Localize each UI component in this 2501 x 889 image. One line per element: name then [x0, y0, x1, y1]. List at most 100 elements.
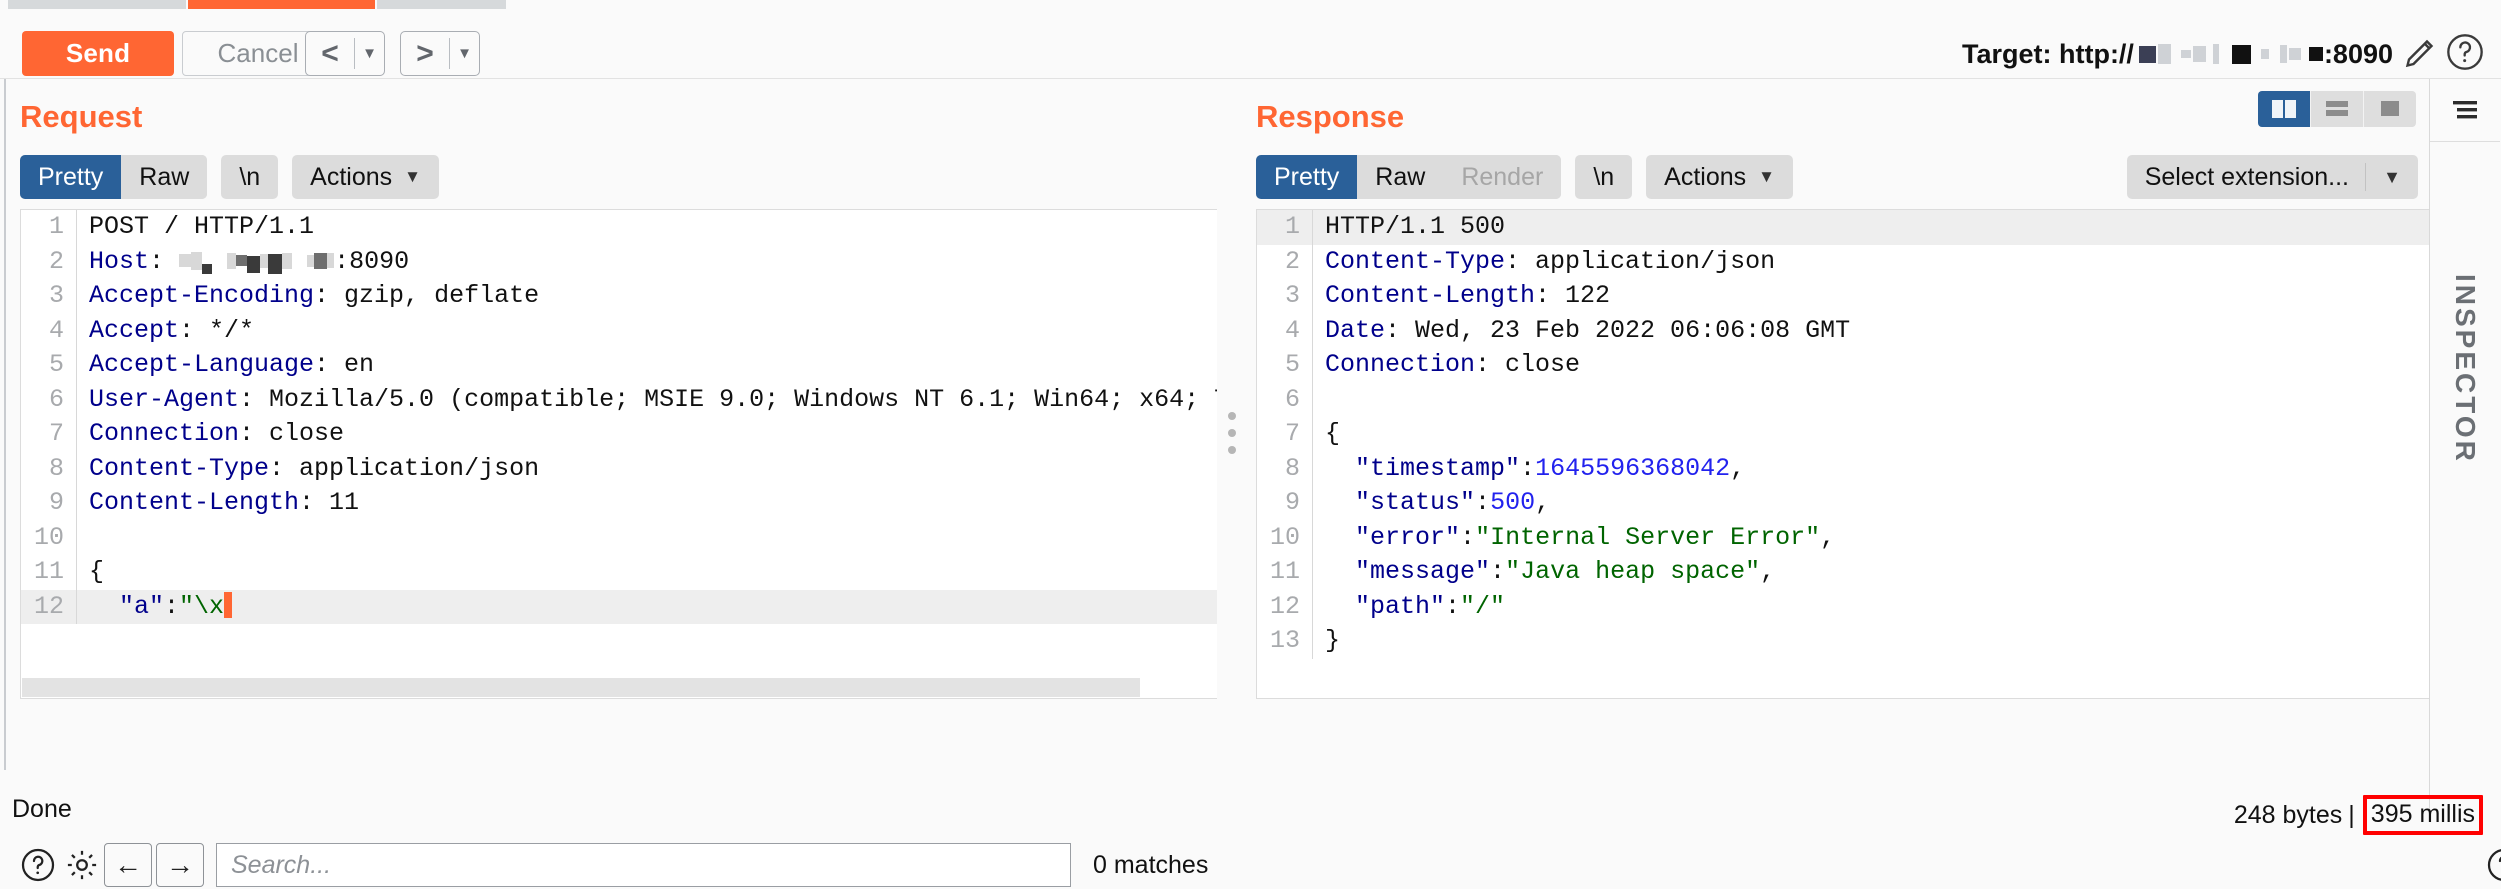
line-number: 4: [1257, 314, 1313, 349]
line-number: 12: [21, 590, 77, 625]
request-actions-menu[interactable]: Actions ▼: [292, 155, 439, 199]
line-number: 6: [21, 383, 77, 418]
pencil-icon[interactable]: [2403, 34, 2439, 70]
arrow-left-icon[interactable]: ←: [104, 843, 152, 887]
response-editor[interactable]: 1HTTP/1.1 500 2Content-Type: application…: [1256, 209, 2429, 699]
question-mark-icon[interactable]: [2445, 32, 2485, 72]
code-line: 7{: [1257, 417, 2429, 452]
code-line-active: 12 "a":"\x: [21, 590, 1217, 625]
send-button[interactable]: Send: [22, 31, 174, 76]
tab-request-raw[interactable]: Raw: [121, 155, 207, 199]
arrow-right-icon[interactable]: →: [156, 843, 204, 887]
tab-active[interactable]: [188, 0, 375, 9]
tab-response-raw[interactable]: Raw: [1357, 155, 1443, 199]
code-line: 12 "path":"/": [1257, 590, 2429, 625]
chevron-down-icon[interactable]: ▼: [355, 32, 384, 75]
inspector-panel: INSPECTOR: [2429, 79, 2501, 835]
redacted-block: [2309, 47, 2323, 61]
code-line: 2Host: :8090: [21, 245, 1217, 280]
question-mark-icon[interactable]: [2482, 843, 2501, 887]
tab-response-render: Render: [1443, 155, 1561, 199]
question-mark-icon[interactable]: [16, 843, 60, 887]
repeater-toolbar: Send Cancel < ▼ > ▼ Target: http:// :809…: [0, 10, 2501, 79]
window-tab-strip: [0, 0, 2501, 10]
code-line: 9Content-Length: 11: [21, 486, 1217, 521]
code-line: 7Connection: close: [21, 417, 1217, 452]
chevron-left-icon[interactable]: <: [306, 32, 354, 75]
tab-request-pretty[interactable]: Pretty: [20, 155, 121, 199]
response-title: Response: [1256, 99, 1404, 135]
hamburger-icon[interactable]: [2430, 79, 2500, 142]
chevron-down-icon: ▼: [1758, 167, 1775, 187]
redacted-block: [2193, 46, 2206, 62]
single-pane-icon[interactable]: [2364, 91, 2416, 127]
status-message: Done: [12, 795, 72, 824]
tab-inactive-2[interactable]: [377, 0, 506, 9]
code-line: 1POST / HTTP/1.1: [21, 210, 1217, 245]
select-extension-dropdown[interactable]: Select extension... ▼: [2127, 155, 2418, 199]
code-line: 8 "timestamp":1645596368042,: [1257, 452, 2429, 487]
redacted-block: [2289, 48, 2301, 60]
redacted-block: [2139, 46, 2156, 63]
pane-drag-handle[interactable]: [1228, 412, 1238, 458]
request-pane: Request Pretty Raw \n Actions ▼ 1POST / …: [8, 79, 1220, 759]
code-line: 13}: [1257, 624, 2429, 659]
request-title: Request: [20, 99, 142, 135]
tab-response-pretty[interactable]: Pretty: [1256, 155, 1357, 199]
go-forward-button-group[interactable]: > ▼: [400, 31, 480, 76]
request-hscrollbar-thumb[interactable]: [22, 678, 1140, 697]
line-number: 2: [1257, 245, 1313, 280]
request-pretty-raw-toggle[interactable]: Pretty Raw: [20, 155, 207, 199]
request-editor[interactable]: 1POST / HTTP/1.1 2Host: :8090 3Accept-En…: [20, 209, 1217, 699]
chevron-down-icon[interactable]: ▼: [450, 32, 479, 75]
response-pretty-raw-render-toggle[interactable]: Pretty Raw Render: [1256, 155, 1561, 199]
code-line: 3Accept-Encoding: gzip, deflate: [21, 279, 1217, 314]
go-back-button-group[interactable]: < ▼: [305, 31, 385, 76]
line-number: 10: [1257, 521, 1313, 556]
code-line: 5Connection: close: [1257, 348, 2429, 383]
chevron-down-icon: ▼: [2366, 167, 2418, 188]
code-line: 1HTTP/1.1 500: [1257, 210, 2429, 245]
request-hscrollbar[interactable]: [22, 678, 1216, 697]
response-pane: Response Pretty: [1244, 79, 2430, 759]
code-line: 5Accept-Language: en: [21, 348, 1217, 383]
request-search-bar: ← → 0 matches: [16, 841, 1208, 889]
status-metrics: 248 bytes | 395 millis: [2234, 795, 2483, 835]
window-left-edge: [4, 10, 6, 770]
request-search-field[interactable]: [216, 843, 1071, 887]
status-bar: Done 248 bytes | 395 millis: [0, 810, 2501, 835]
response-actions-menu[interactable]: Actions ▼: [1646, 155, 1793, 199]
search-input[interactable]: [217, 844, 1070, 886]
line-number: 10: [21, 521, 77, 556]
request-code-area[interactable]: 1POST / HTTP/1.1 2Host: :8090 3Accept-En…: [21, 210, 1217, 698]
line-number: 6: [1257, 383, 1313, 418]
tab-inactive-1[interactable]: [8, 0, 186, 9]
redacted-block: [2280, 45, 2287, 63]
request-newline-button[interactable]: \n: [221, 155, 278, 199]
redacted-block: [2158, 44, 2171, 64]
code-line: 11 "message":"Java heap space",: [1257, 555, 2429, 590]
code-line: 11{: [21, 555, 1217, 590]
line-number: 11: [1257, 555, 1313, 590]
code-line: 6User-Agent: Mozilla/5.0 (compatible; MS…: [21, 383, 1217, 418]
chevron-right-icon[interactable]: >: [401, 32, 449, 75]
split-horizontal-icon[interactable]: [2311, 91, 2364, 127]
inspector-toggle[interactable]: INSPECTOR: [2430, 159, 2500, 579]
select-extension-label: Select extension...: [2127, 163, 2365, 192]
split-vertical-icon[interactable]: [2258, 91, 2311, 127]
target-prefix: Target: http://: [1962, 39, 2134, 70]
line-number: 9: [1257, 486, 1313, 521]
response-code-area[interactable]: 1HTTP/1.1 500 2Content-Type: application…: [1257, 210, 2429, 698]
burp-repeater-window: Send Cancel < ▼ > ▼ Target: http:// :809…: [0, 0, 2501, 835]
code-line: 6: [1257, 383, 2429, 418]
response-newline-button[interactable]: \n: [1575, 155, 1632, 199]
line-number: 3: [21, 279, 77, 314]
code-line: 4Date: Wed, 23 Feb 2022 06:06:08 GMT: [1257, 314, 2429, 349]
code-line: 3Content-Length: 122: [1257, 279, 2429, 314]
code-line: 10 "error":"Internal Server Error",: [1257, 521, 2429, 556]
line-number: 4: [21, 314, 77, 349]
gear-icon[interactable]: [60, 843, 104, 887]
line-number: 9: [21, 486, 77, 521]
line-number: 3: [1257, 279, 1313, 314]
text-cursor: [224, 592, 232, 618]
